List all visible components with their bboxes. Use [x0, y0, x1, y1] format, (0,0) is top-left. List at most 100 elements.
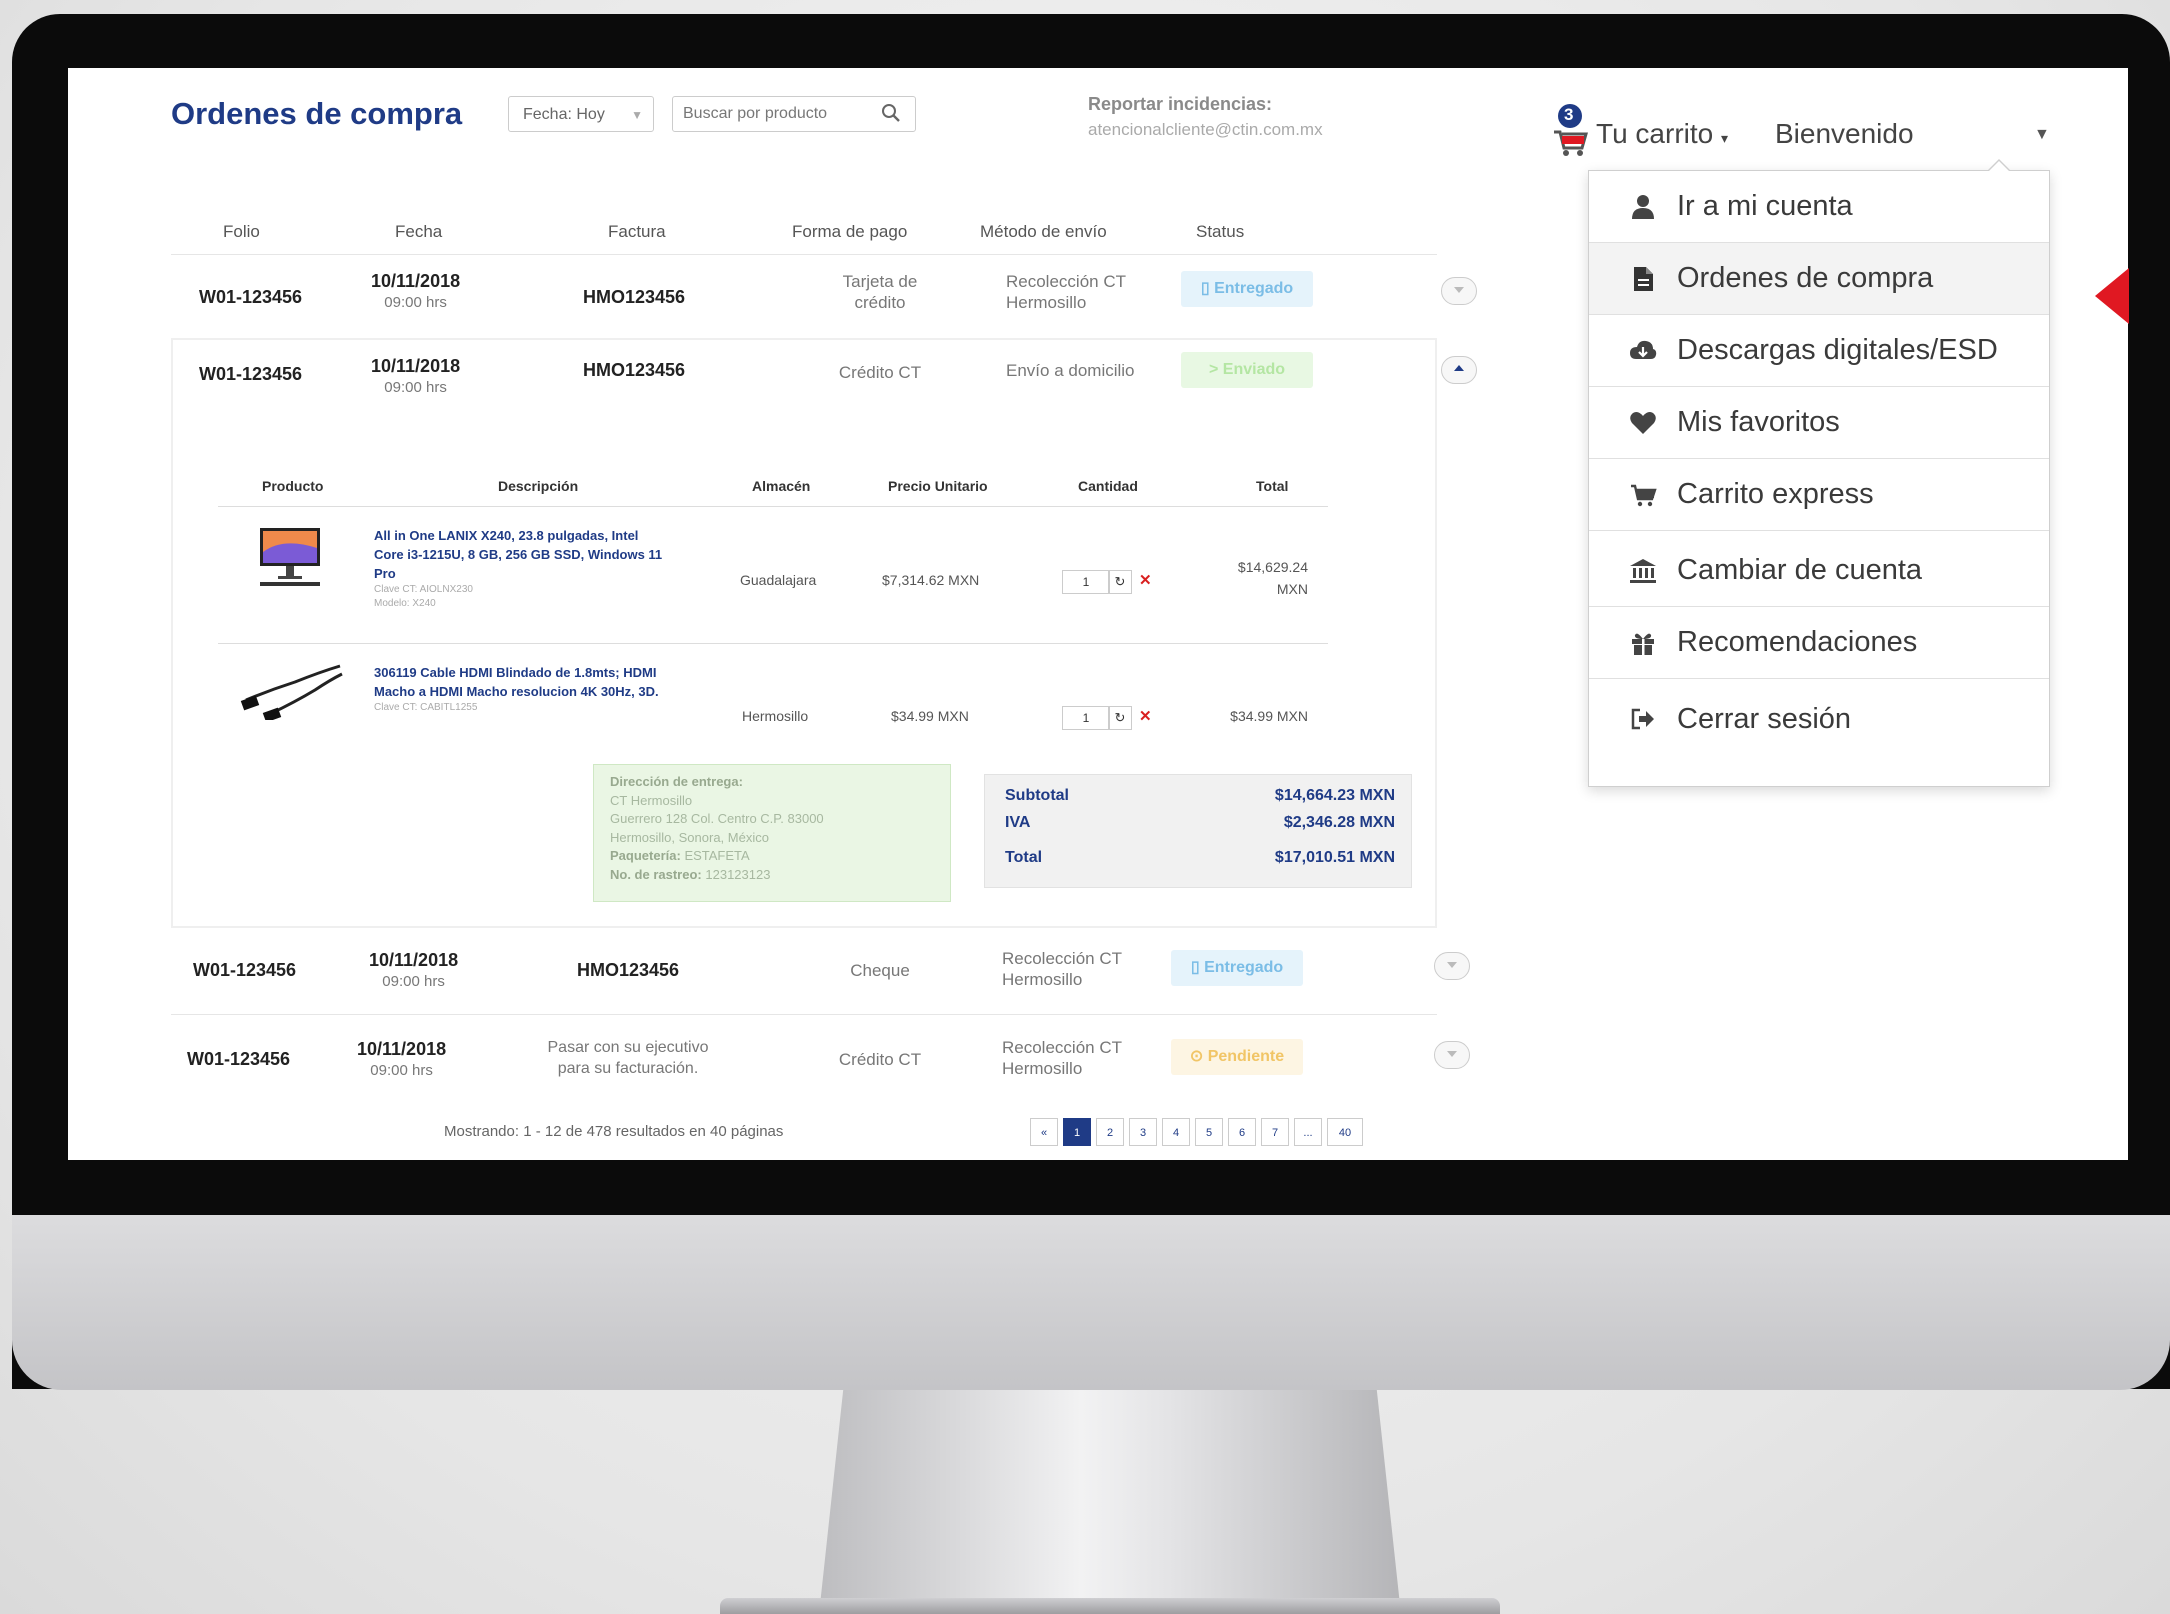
cart-icon: [1631, 484, 1657, 506]
order-totals: Subtotal $14,664.23 MXN IVA $2,346.28 MX…: [984, 774, 1412, 888]
row-time: 09:00 hrs: [384, 379, 447, 396]
status-badge: > Enviado: [1181, 352, 1313, 388]
expand-toggle[interactable]: [1441, 277, 1477, 305]
row-folio: W01-123456: [199, 287, 303, 307]
report-title: Reportar incidencias:: [1088, 94, 1273, 114]
page-button[interactable]: 2: [1096, 1118, 1124, 1146]
product-name-link[interactable]: All in One LANIX X240, 23.8 pulgadas, In…: [374, 526, 664, 611]
address-line1: CT Hermosillo: [610, 792, 693, 808]
page-button[interactable]: 6: [1228, 1118, 1256, 1146]
gift-icon: [1632, 633, 1654, 655]
product-unit-price: $34.99 MXN: [891, 708, 969, 724]
product-unit-price: $7,314.62 MXN: [882, 572, 980, 588]
page-title: Ordenes de compra: [171, 96, 463, 131]
cart-button[interactable]: 3: [1550, 102, 1590, 158]
heart-icon: [1630, 411, 1656, 434]
search-icon[interactable]: [881, 103, 901, 123]
row-date: 10/11/2018 09:00 hrs: [357, 1039, 446, 1079]
menu-item-favoritos[interactable]: Mis favoritos: [1589, 387, 2049, 459]
detail-col-almacen: Almacén: [752, 478, 811, 494]
delivery-address: Dirección de entrega: CT Hermosillo Guer…: [593, 764, 951, 902]
cart-label: Tu carrito: [1596, 118, 1714, 149]
expand-toggle[interactable]: [1434, 1041, 1470, 1069]
product-image-hdmi[interactable]: [240, 660, 344, 720]
menu-item-label: Ordenes de compra: [1677, 262, 1934, 294]
monitor-stand: [820, 1390, 1400, 1605]
quantity-input[interactable]: 1: [1062, 706, 1110, 730]
row-time: 09:00 hrs: [384, 294, 447, 311]
remove-icon[interactable]: ✕: [1139, 707, 1152, 725]
row-date-value: 10/11/2018: [371, 356, 461, 376]
remove-icon[interactable]: ✕: [1139, 571, 1152, 589]
chevron-down-icon: [1447, 962, 1457, 968]
cart-count-badge: 3: [1564, 105, 1574, 124]
page-prev[interactable]: «: [1030, 1118, 1058, 1146]
report-email-link[interactable]: atencionalcliente@ctin.com.mx: [1088, 120, 1323, 140]
page-button[interactable]: 3: [1129, 1118, 1157, 1146]
row-payment: Crédito CT: [838, 1050, 922, 1069]
welcome-caret-icon[interactable]: ▼: [2034, 126, 2050, 144]
table-row[interactable]: W01-123456 10/11/2018 09:00 hrs Pasar con…: [171, 1014, 1470, 1097]
detail-col-producto: Producto: [262, 478, 324, 494]
row-invoice: HMO123456: [577, 960, 680, 980]
courier-label: Paquetería:: [610, 848, 681, 863]
product-name-link[interactable]: 306119 Cable HDMI Blindado de 1.8mts; HD…: [374, 663, 664, 715]
status-label: Enviado: [1222, 361, 1286, 378]
menu-item-label: Carrito express: [1677, 478, 1874, 510]
subtotal-label: Subtotal: [1005, 787, 1069, 804]
product-image-aio[interactable]: [238, 522, 342, 592]
menu-item-cerrar-sesion[interactable]: Cerrar sesión: [1589, 683, 2049, 755]
row-date-value: 10/11/2018: [371, 271, 461, 291]
menu-item-label: Cerrar sesión: [1677, 702, 1852, 735]
table-row[interactable]: W01-123456 10/11/2018 09:00 hrs HMO123456…: [171, 338, 1477, 408]
row-invoice: HMO123456: [583, 360, 686, 380]
table-row[interactable]: W01-123456 10/11/2018 09:00 hrs HMO123456…: [171, 930, 1470, 1012]
menu-item-ordenes[interactable]: Ordenes de compra: [1589, 243, 2049, 315]
menu-item-recomendaciones[interactable]: Recomendaciones: [1589, 607, 2049, 679]
cart-menu-button[interactable]: Tu carrito ▾: [1596, 118, 1728, 150]
address-line3: Hermosillo, Sonora, México: [610, 829, 769, 845]
page-button[interactable]: 5: [1195, 1118, 1223, 1146]
table-row[interactable]: W01-123456 10/11/2018 09:00 hrs HMO123456…: [171, 254, 1477, 325]
welcome-button[interactable]: Bienvenido: [1775, 118, 1914, 150]
date-filter-select[interactable]: Fecha: Hoy ▼: [508, 96, 654, 132]
row-folio: W01-123456: [187, 1049, 291, 1069]
refresh-icon[interactable]: ↻: [1108, 570, 1132, 594]
caret-down-icon: ▾: [1721, 130, 1729, 146]
page-button[interactable]: 1: [1063, 1118, 1091, 1146]
product-warehouse: Guadalajara: [740, 572, 817, 588]
product-total: $14,629.24 MXN: [1237, 559, 1308, 597]
status-badge: ▯ Entregado: [1171, 950, 1303, 986]
page-ellipsis: ...: [1294, 1118, 1322, 1146]
page-button[interactable]: 7: [1261, 1118, 1289, 1146]
courier-value: ESTAFETA: [684, 848, 750, 863]
date-filter-value: Fecha: Hoy: [523, 106, 605, 123]
row-time: 09:00 hrs: [382, 973, 445, 990]
collapse-toggle[interactable]: [1441, 356, 1477, 384]
pointer-arrow: [2095, 268, 2129, 324]
sign-out-icon: [1631, 708, 1654, 730]
address-line2: Guerrero 128 Col. Centro C.P. 83000: [610, 811, 824, 826]
refresh-icon[interactable]: ↻: [1108, 706, 1132, 730]
menu-item-carrito-express[interactable]: Carrito express: [1589, 459, 2049, 531]
menu-item-label: Recomendaciones: [1677, 626, 1918, 658]
row-date-value: 10/11/2018: [369, 950, 459, 970]
detail-col-descripcion: Descripción: [498, 478, 579, 494]
col-forma-pago: Forma de pago: [792, 222, 908, 241]
iva-value: $2,346.28 MXN: [1283, 814, 1395, 831]
status-badge: ▯ Entregado: [1181, 271, 1313, 307]
page-button[interactable]: 4: [1162, 1118, 1190, 1146]
quantity-input[interactable]: 1: [1062, 570, 1110, 594]
row-date-value: 10/11/2018: [357, 1039, 447, 1059]
menu-item-descargas[interactable]: Descargas digitales/ESD: [1589, 315, 2049, 387]
menu-item-label: Mis favoritos: [1677, 406, 1840, 438]
page-button-last[interactable]: 40: [1327, 1118, 1363, 1146]
menu-item-cambiar-cuenta[interactable]: Cambiar de cuenta: [1589, 535, 2049, 607]
expand-toggle[interactable]: [1434, 952, 1470, 980]
bank-icon: [1630, 558, 1656, 583]
cloud-download-icon: [1630, 340, 1657, 359]
row-shipping: Recolección CT Hermosillo: [1006, 272, 1126, 312]
search-input[interactable]: [673, 97, 875, 131]
menu-item-mi-cuenta[interactable]: Ir a mi cuenta: [1589, 171, 2049, 243]
row-payment: Cheque: [850, 961, 910, 980]
